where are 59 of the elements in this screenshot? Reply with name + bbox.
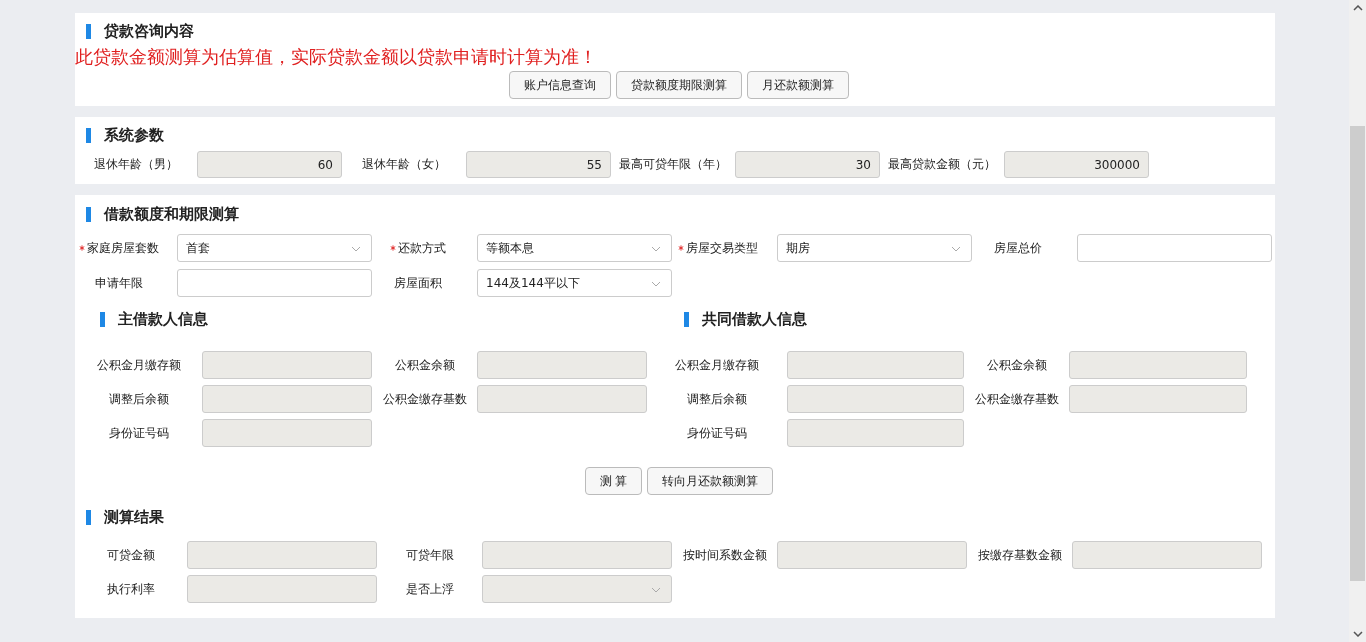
field-label: 可贷年限 [405, 547, 454, 562]
chevron-down-icon [651, 281, 661, 287]
dropdown[interactable]: 期房 [777, 234, 972, 262]
action-button[interactable]: 月还款额测算 [747, 71, 849, 99]
field-label: 调整后余额 [108, 391, 169, 406]
action-button[interactable]: 测 算 [584, 467, 643, 495]
section-title: 系统参数 [104, 125, 164, 145]
warning-notice: 此贷款金额测算为估算值，实际贷款金额以贷款申请时计算为准！ [75, 45, 598, 69]
field-label: 身份证号码 [108, 425, 169, 440]
field-label: 房屋面积 [393, 274, 442, 292]
action-button[interactable]: 账户信息查询 [509, 71, 611, 99]
section-marker-icon [86, 206, 91, 222]
field-label: 执行利率 [107, 581, 155, 596]
field-label: 申请年限 [95, 274, 143, 292]
input-field[interactable] [177, 269, 372, 297]
field-label: 最高贷款金额（元） [888, 157, 996, 171]
section-marker-icon [100, 311, 105, 327]
field-label: 公积金月缴存额 [96, 357, 181, 372]
field-label: 还款方式 [397, 239, 446, 257]
dropdown[interactable]: 等额本息 [477, 234, 672, 262]
scroll-down-icon[interactable] [1352, 631, 1363, 637]
chevron-down-icon [651, 246, 661, 252]
field-label: 房屋交易类型 [685, 239, 758, 257]
chevron-down-icon [351, 246, 361, 252]
section-title: 共同借款人信息 [702, 309, 807, 329]
scroll-up-icon[interactable] [1352, 5, 1363, 11]
field-label: 家庭房屋套数 [87, 239, 159, 257]
field-label: 最高可贷年限（年） [619, 157, 727, 171]
chevron-down-icon [651, 587, 661, 593]
section-title: 贷款咨询内容 [104, 21, 194, 41]
field-label: 按时间系数金额 [682, 547, 767, 562]
field-label: 可贷金额 [107, 547, 155, 562]
field-label: 退休年龄（男） [94, 157, 178, 171]
field-label: 公积金月缴存额 [675, 357, 759, 372]
section-marker-icon [684, 311, 689, 327]
field-label: 公积金余额 [394, 357, 455, 372]
field-label: 公积金余额 [986, 357, 1047, 372]
scrollbar-thumb[interactable] [1350, 126, 1365, 581]
field-label: 调整后余额 [687, 391, 747, 406]
field-label: 退休年龄（女） [362, 157, 446, 171]
section-marker-icon [86, 509, 91, 525]
section-marker-icon [86, 23, 91, 39]
section-marker-icon [86, 127, 91, 143]
field-label: 按缴存基数金额 [977, 547, 1062, 562]
action-button[interactable]: 贷款额度期限测算 [616, 71, 742, 99]
section-title: 主借款人信息 [118, 309, 208, 329]
input-field[interactable] [1077, 234, 1272, 262]
field-label: 房屋总价 [993, 239, 1042, 257]
chevron-down-icon [951, 246, 961, 252]
dropdown[interactable]: 首套 [177, 234, 372, 262]
field-label: 公积金缴存基数 [382, 391, 467, 406]
section-title: 借款额度和期限测算 [104, 204, 239, 224]
dropdown[interactable]: 144及144平以下 [477, 269, 672, 297]
field-label: 身份证号码 [687, 425, 747, 440]
section-title: 测算结果 [104, 507, 164, 527]
field-label: 是否上浮 [405, 581, 454, 596]
field-label: 公积金缴存基数 [974, 391, 1059, 406]
action-button[interactable]: 转向月还款额测算 [647, 467, 774, 495]
scrollbar[interactable] [1349, 0, 1366, 642]
